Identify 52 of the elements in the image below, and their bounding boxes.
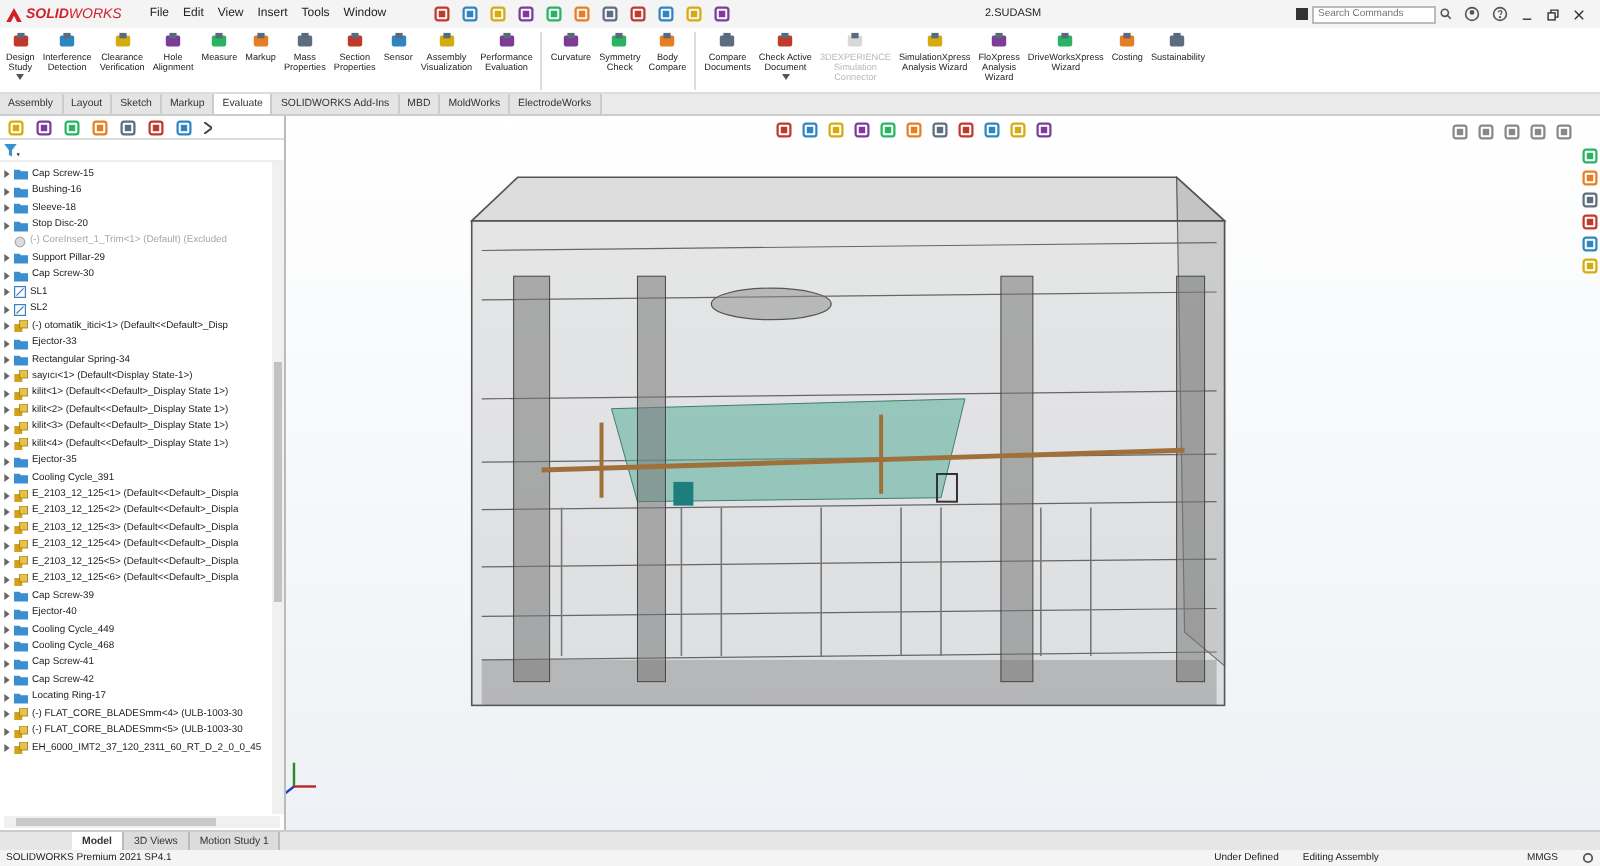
tool-icon <box>210 32 229 50</box>
tool-icon <box>610 32 629 50</box>
assembly-icon <box>14 421 28 434</box>
assembly-icon <box>14 505 28 518</box>
vertical-scrollbar[interactable] <box>272 162 284 814</box>
tool-icon <box>562 32 580 50</box>
tool-icon <box>925 32 944 50</box>
assembly-icon <box>14 370 28 383</box>
tool-icon <box>251 32 270 50</box>
chevron-right-icon[interactable] <box>204 121 212 133</box>
help-icon[interactable] <box>1492 6 1508 22</box>
assembly-icon <box>14 387 28 400</box>
tool-icon <box>58 32 77 50</box>
assembly-icon <box>14 725 28 738</box>
axis-triad-icon <box>286 762 316 796</box>
settings-icon[interactable] <box>1582 852 1594 864</box>
tool-icon <box>718 32 737 50</box>
assembly-icon <box>14 320 28 333</box>
search-icon <box>1440 8 1452 20</box>
caret-icon <box>781 74 790 81</box>
assembly-icon <box>14 522 28 535</box>
filter-icon[interactable] <box>4 143 20 157</box>
tool-icon <box>389 32 408 50</box>
tool-icon <box>295 32 314 50</box>
tool-icon <box>437 32 456 50</box>
tool-icon <box>11 32 30 50</box>
assembly-icon <box>14 539 28 552</box>
tool-icon <box>164 32 183 50</box>
assembly-icon <box>14 708 28 721</box>
command-icon <box>1296 8 1308 20</box>
assembly-icon <box>14 438 28 451</box>
assembly-icon <box>14 556 28 569</box>
user-icon[interactable] <box>1464 6 1480 22</box>
sketch-icon <box>14 303 26 316</box>
tool-icon <box>113 32 132 50</box>
tool-icon <box>1056 32 1075 50</box>
tool-icon <box>1118 32 1137 50</box>
part-icon <box>14 235 26 248</box>
tool-icon <box>776 32 795 50</box>
tool-icon <box>497 32 516 50</box>
tool-icon <box>1168 32 1187 50</box>
tool-icon <box>345 32 364 50</box>
caret-icon <box>16 74 25 81</box>
horizontal-scrollbar[interactable] <box>4 816 280 828</box>
tool-icon <box>846 32 865 50</box>
logo-icon <box>6 7 22 21</box>
assembly-icon <box>14 573 28 586</box>
assembly-icon <box>14 404 28 417</box>
assembly-icon <box>14 742 28 755</box>
tool-icon <box>990 32 1009 50</box>
sketch-icon <box>14 286 26 299</box>
tool-icon <box>658 32 677 50</box>
